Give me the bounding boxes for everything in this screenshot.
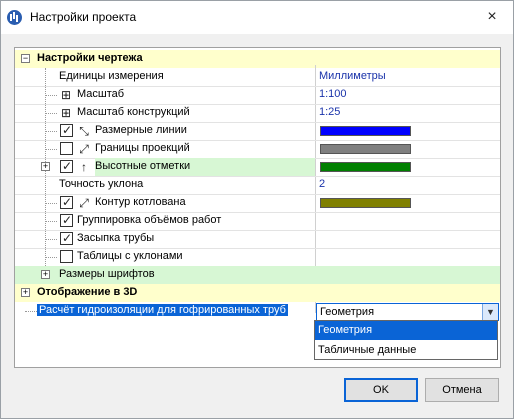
- row-units[interactable]: Единицы измерения Миллиметры: [15, 68, 500, 86]
- row-dim-lines[interactable]: ⤡ Размерные линии: [15, 122, 500, 140]
- row-slope-tables[interactable]: Таблицы с уклонами: [15, 248, 500, 266]
- row-group-volumes[interactable]: Группировка объёмов работ: [15, 212, 500, 230]
- waterproofing-label: Расчёт гидроизоляции для гофрированных т…: [37, 304, 288, 316]
- section-3d-display[interactable]: + Отображение в 3D: [15, 284, 500, 302]
- proj-bounds-checkbox[interactable]: [60, 142, 73, 155]
- dim-lines-color-swatch[interactable]: [320, 126, 411, 136]
- app-logo-icon: [7, 10, 22, 25]
- font-sizes-label: Размеры шрифтов: [59, 268, 155, 280]
- scale-label: Масштаб: [77, 88, 125, 100]
- waterproofing-dropdown-list: Геометрия Табличные данные: [314, 320, 498, 360]
- slope-precision-value[interactable]: 2: [319, 178, 325, 190]
- tree-branch: [45, 95, 57, 96]
- height-marks-checkbox[interactable]: [60, 159, 73, 173]
- pit-contour-color-swatch[interactable]: [320, 198, 411, 208]
- pit-contour-checkbox[interactable]: [60, 195, 73, 209]
- row-construct-scale[interactable]: ⊞ Масштаб конструкций 1:25: [15, 104, 500, 122]
- ok-button[interactable]: OK: [344, 378, 418, 402]
- proj-bounds-color-swatch[interactable]: [320, 144, 411, 154]
- height-marks-label: Высотные отметки: [95, 158, 315, 176]
- chevron-down-icon[interactable]: ▼: [482, 304, 498, 320]
- row-waterproofing[interactable]: Расчёт гидроизоляции для гофрированных т…: [15, 302, 500, 321]
- close-button[interactable]: ×: [481, 7, 503, 27]
- expand-icon[interactable]: +: [21, 288, 30, 297]
- scale-icon: ⊞: [60, 106, 72, 120]
- dim-lines-checkbox[interactable]: [60, 123, 73, 137]
- slope-precision-label: Точность уклона: [59, 178, 144, 190]
- row-pipe-backfill[interactable]: Засыпка трубы: [15, 230, 500, 248]
- tree-branch: [45, 131, 57, 132]
- row-font-sizes[interactable]: + Размеры шрифтов: [15, 266, 500, 284]
- row-projection-bounds[interactable]: ⤢ Границы проекций: [15, 140, 500, 158]
- tree-branch: [45, 221, 57, 222]
- group-volumes-label: Группировка объёмов работ: [77, 214, 222, 226]
- row-pit-contour[interactable]: ⤢ Контур котлована: [15, 194, 500, 212]
- waterproofing-select[interactable]: Геометрия ▼: [316, 303, 499, 321]
- dialog-title: Настройки проекта: [30, 10, 137, 24]
- height-mark-icon: ↑: [81, 160, 87, 174]
- dim-lines-label: Размерные линии: [95, 124, 187, 136]
- cancel-button[interactable]: Отмена: [425, 378, 499, 402]
- pipe-backfill-checkbox[interactable]: [60, 231, 73, 245]
- units-label: Единицы измерения: [59, 70, 164, 82]
- title-bar: Настройки проекта ×: [1, 1, 513, 34]
- tree-branch: [45, 239, 57, 240]
- height-marks-color-swatch[interactable]: [320, 162, 411, 172]
- section-3d-label: Отображение в 3D: [37, 286, 138, 298]
- slope-tables-checkbox[interactable]: [60, 250, 73, 263]
- row-slope-precision[interactable]: Точность уклона 2: [15, 176, 500, 194]
- dropdown-option-table-data[interactable]: Табличные данные: [315, 341, 497, 360]
- expand-icon[interactable]: +: [41, 162, 50, 171]
- scale-value[interactable]: 1:100: [319, 88, 347, 100]
- group-volumes-checkbox[interactable]: [60, 213, 73, 227]
- row-height-marks[interactable]: + ↑ Высотные отметки: [15, 158, 500, 176]
- settings-dialog: Настройки проекта × − Настройки чертежа …: [0, 0, 514, 419]
- pipe-backfill-label: Засыпка трубы: [77, 232, 155, 244]
- bounds-arrow-icon: ⤢: [79, 142, 89, 156]
- tree-branch: [25, 311, 37, 312]
- construct-scale-value[interactable]: 1:25: [319, 106, 340, 118]
- expand-icon[interactable]: +: [41, 270, 50, 279]
- tree-branch: [45, 257, 57, 258]
- units-value[interactable]: Миллиметры: [319, 70, 386, 82]
- dimension-arrow-icon: ⤡: [79, 124, 89, 138]
- dropdown-option-geometry[interactable]: Геометрия: [315, 321, 497, 340]
- section-drawing-label: Настройки чертежа: [37, 52, 143, 64]
- row-scale[interactable]: ⊞ Масштаб 1:100: [15, 86, 500, 104]
- collapse-icon[interactable]: −: [21, 54, 30, 63]
- tree-branch: [45, 113, 57, 114]
- scale-icon: ⊞: [60, 88, 72, 102]
- tree-branch: [45, 149, 57, 150]
- section-drawing-settings[interactable]: − Настройки чертежа: [15, 50, 500, 68]
- tree-branch: [45, 203, 57, 204]
- select-value: Геометрия: [320, 306, 375, 318]
- proj-bounds-label: Границы проекций: [95, 142, 190, 154]
- slope-tables-label: Таблицы с уклонами: [77, 250, 183, 262]
- construct-scale-label: Масштаб конструкций: [77, 106, 190, 118]
- pit-contour-label: Контур котлована: [95, 196, 186, 208]
- contour-arrow-icon: ⤢: [79, 196, 89, 210]
